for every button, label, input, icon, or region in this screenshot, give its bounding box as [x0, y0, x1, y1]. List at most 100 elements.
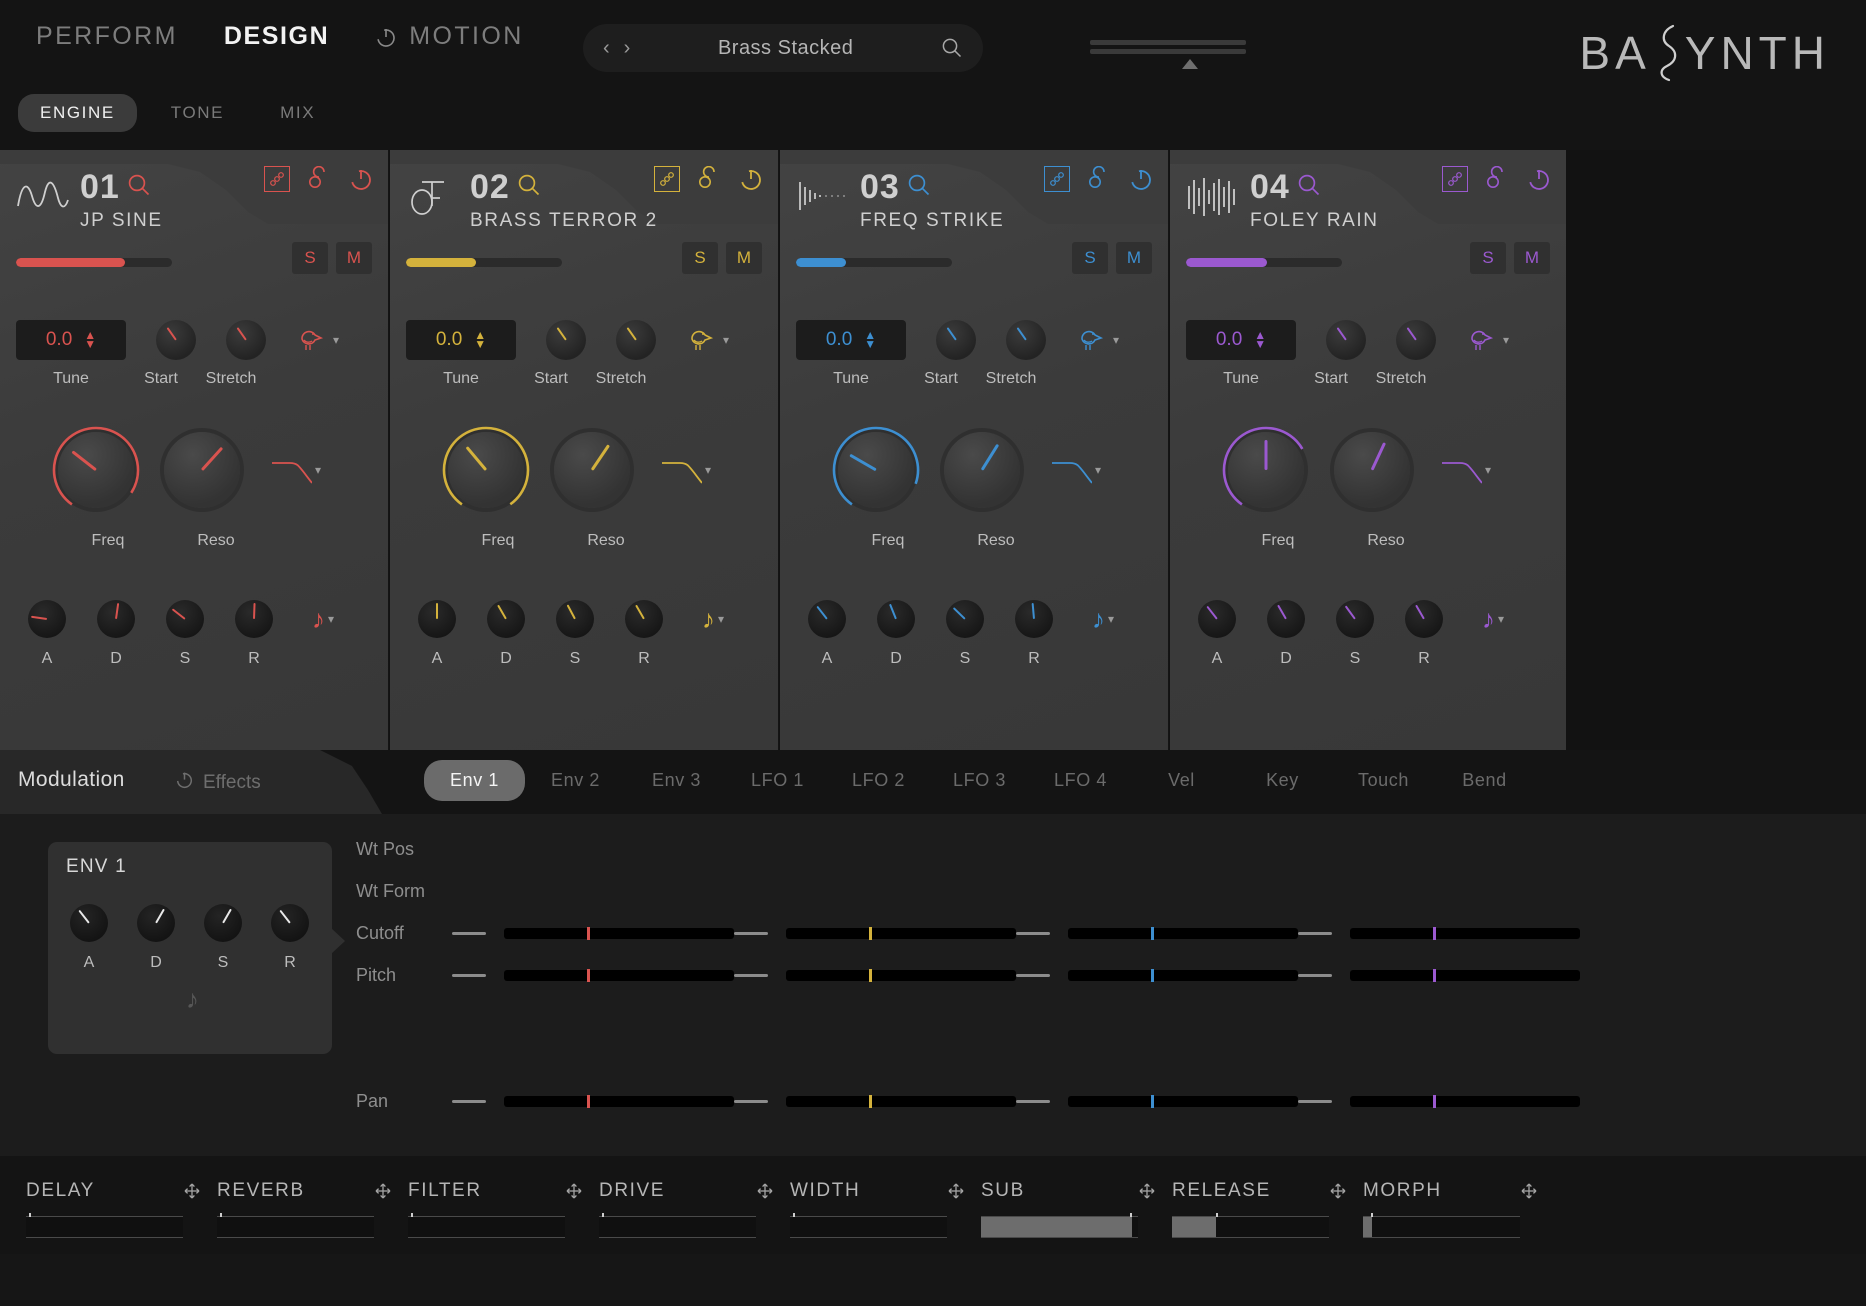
matrix-cell-pitch-04[interactable]	[1298, 968, 1580, 982]
tab-lfo-3[interactable]: LFO 3	[929, 760, 1030, 801]
attack-knob-01[interactable]	[28, 600, 66, 638]
modulation-chain-icon[interactable]	[654, 166, 680, 192]
tab-lfo-2[interactable]: LFO 2	[828, 760, 929, 801]
engine-panel-02[interactable]: 02 BRASS TERROR 2 S M 0.0 ▲ ▼ ▾ Tune Sta…	[390, 150, 779, 750]
tab-touch[interactable]: Touch	[1333, 760, 1434, 801]
chevron-down-icon[interactable]: ▾	[1485, 463, 1491, 477]
power-icon[interactable]	[1128, 166, 1154, 192]
subnav-item-engine[interactable]: ENGINE	[18, 94, 137, 132]
macro-slider-reverb[interactable]	[217, 1213, 374, 1238]
link-icon[interactable]	[306, 165, 332, 192]
bird-icon[interactable]	[1076, 323, 1110, 358]
reso-knob-04[interactable]	[1334, 432, 1410, 508]
freq-knob-04[interactable]	[1222, 426, 1310, 514]
env-release-knob[interactable]	[271, 904, 309, 942]
stretch-knob-04[interactable]	[1396, 320, 1436, 360]
chevron-down-icon[interactable]: ▾	[1095, 463, 1101, 477]
start-knob-02[interactable]	[546, 320, 586, 360]
mute-button-03[interactable]: M	[1116, 242, 1152, 274]
decay-knob-04[interactable]	[1267, 600, 1305, 638]
modulation-chain-icon[interactable]	[1044, 166, 1070, 192]
chevron-down-icon[interactable]: ▾	[328, 612, 334, 626]
engine-panel-03[interactable]: 03 FREQ STRIKE S M 0.0 ▲ ▼ ▾ Tune Start …	[780, 150, 1169, 750]
macro-reverb[interactable]: REVERB	[217, 1180, 408, 1238]
chevron-down-icon[interactable]: ▾	[1113, 333, 1119, 347]
matrix-cell-cutoff-01[interactable]	[452, 926, 734, 940]
freq-knob-01[interactable]	[52, 426, 140, 514]
engine-level-slider-01[interactable]	[16, 258, 172, 267]
mute-button-01[interactable]: M	[336, 242, 372, 274]
preset-browser[interactable]: ‹ › Brass Stacked	[583, 24, 983, 72]
search-icon[interactable]	[1296, 172, 1322, 203]
macro-slider-delay[interactable]	[26, 1213, 183, 1238]
tune-stepper-02[interactable]: ▲ ▼	[474, 329, 486, 351]
macro-slider-sub[interactable]	[981, 1213, 1138, 1238]
link-icon[interactable]	[1484, 165, 1510, 192]
solo-button-02[interactable]: S	[682, 242, 718, 274]
search-icon[interactable]	[516, 172, 542, 203]
filter-type-selector-01[interactable]: ▾	[270, 453, 321, 487]
env-card[interactable]: ENV 1 A D S R ♪	[48, 842, 345, 1054]
matrix-cell-pan-01[interactable]	[452, 1094, 734, 1108]
freq-knob-02[interactable]	[442, 426, 530, 514]
music-note-icon[interactable]: ♪	[1092, 604, 1105, 635]
search-icon[interactable]	[941, 37, 963, 59]
release-knob-03[interactable]	[1015, 600, 1053, 638]
env-decay-knob[interactable]	[137, 904, 175, 942]
music-note-icon[interactable]: ♪	[702, 604, 715, 635]
subnav-item-tone[interactable]: TONE	[149, 94, 246, 132]
music-note-icon[interactable]: ♪	[312, 604, 325, 635]
link-icon[interactable]	[1086, 165, 1112, 192]
tune-field-01[interactable]: 0.0 ▲ ▼	[16, 320, 126, 360]
macro-slider-width[interactable]	[790, 1213, 947, 1238]
tab-env-1[interactable]: Env 1	[424, 760, 525, 801]
tab-env-2[interactable]: Env 2	[525, 760, 626, 801]
chevron-down-icon[interactable]: ▾	[1108, 612, 1114, 626]
power-icon[interactable]	[348, 166, 374, 192]
decay-knob-02[interactable]	[487, 600, 525, 638]
filter-type-selector-03[interactable]: ▾	[1050, 453, 1101, 487]
master-slider-thumb[interactable]	[1182, 59, 1198, 69]
env-mode-selector-01[interactable]: ♪ ▾	[312, 604, 334, 635]
bird-icon[interactable]	[1466, 323, 1500, 358]
env-sustain-knob[interactable]	[204, 904, 242, 942]
sustain-knob-03[interactable]	[946, 600, 984, 638]
release-knob-04[interactable]	[1405, 600, 1443, 638]
decay-knob-01[interactable]	[97, 600, 135, 638]
engine-panel-01[interactable]: 01 JP SINE S M 0.0 ▲ ▼ ▾ Tune Start Stre…	[0, 150, 389, 750]
sustain-knob-04[interactable]	[1336, 600, 1374, 638]
macro-sub[interactable]: SUB	[981, 1180, 1172, 1238]
search-icon[interactable]	[906, 172, 932, 203]
bird-icon[interactable]	[686, 323, 720, 358]
move-icon[interactable]	[1138, 1182, 1156, 1200]
chevron-down-icon[interactable]: ▾	[723, 333, 729, 347]
master-slider[interactable]	[1090, 40, 1246, 69]
move-icon[interactable]	[183, 1182, 201, 1200]
macro-release[interactable]: RELEASE	[1172, 1180, 1363, 1238]
move-icon[interactable]	[374, 1182, 392, 1200]
tune-field-04[interactable]: 0.0 ▲ ▼	[1186, 320, 1296, 360]
mute-button-02[interactable]: M	[726, 242, 762, 274]
music-note-icon[interactable]: ♪	[186, 984, 199, 1015]
move-icon[interactable]	[756, 1182, 774, 1200]
tune-field-02[interactable]: 0.0 ▲ ▼	[406, 320, 516, 360]
macro-slider-drive[interactable]	[599, 1213, 756, 1238]
nav-item-design[interactable]: DESIGN	[224, 22, 329, 51]
matrix-cell-pitch-02[interactable]	[734, 968, 1016, 982]
source-selector-01[interactable]: ▾	[296, 323, 339, 358]
env-attack-knob[interactable]	[70, 904, 108, 942]
reso-knob-01[interactable]	[164, 432, 240, 508]
effects-toggle[interactable]: Effects	[175, 770, 261, 795]
lowpass-curve-icon[interactable]	[270, 453, 313, 487]
start-knob-04[interactable]	[1326, 320, 1366, 360]
power-icon[interactable]	[175, 770, 194, 795]
start-knob-01[interactable]	[156, 320, 196, 360]
tune-field-03[interactable]: 0.0 ▲ ▼	[796, 320, 906, 360]
matrix-cell-cutoff-03[interactable]	[1016, 926, 1298, 940]
stretch-knob-01[interactable]	[226, 320, 266, 360]
macro-morph[interactable]: MORPH	[1363, 1180, 1554, 1238]
engine-level-slider-04[interactable]	[1186, 258, 1342, 267]
release-knob-01[interactable]	[235, 600, 273, 638]
engine-panel-04[interactable]: 04 FOLEY RAIN S M 0.0 ▲ ▼ ▾ Tune Start S…	[1170, 150, 1566, 750]
macro-slider-morph[interactable]	[1363, 1213, 1520, 1238]
